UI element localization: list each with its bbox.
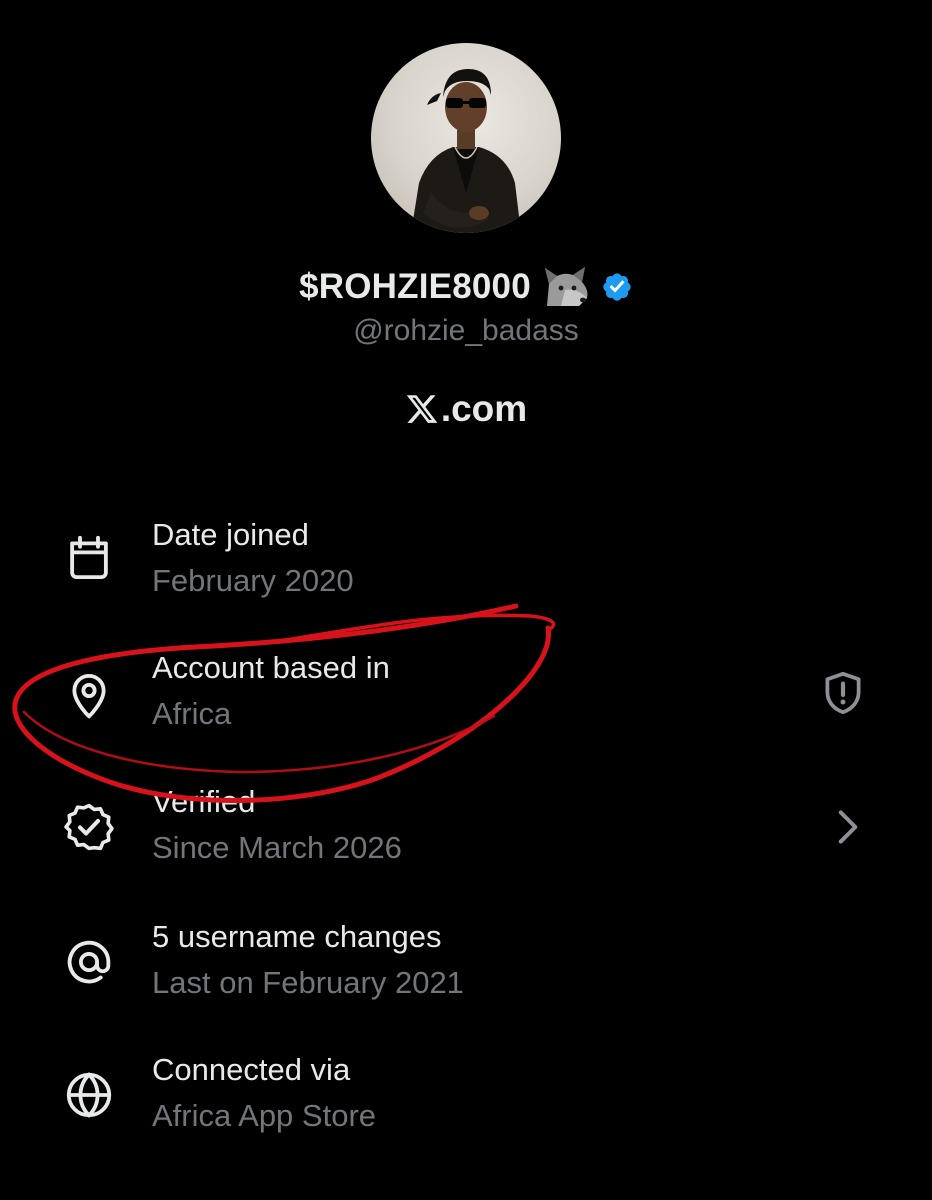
verified-badge-icon: [603, 273, 631, 301]
row-title: Verified: [152, 784, 256, 819]
verified-seal-icon: [62, 800, 116, 854]
at-sign-icon: [62, 935, 116, 989]
date-joined-row: Date joined February 2020: [0, 517, 932, 617]
row-title: Connected via: [152, 1052, 351, 1087]
row-subtitle: Africa: [152, 696, 232, 731]
row-subtitle: February 2020: [152, 563, 354, 598]
calendar-icon: [62, 531, 116, 585]
chevron-right-icon[interactable]: [822, 802, 872, 852]
location-pin-icon: [62, 668, 116, 722]
row-subtitle: Since March 2026: [152, 830, 402, 865]
wolf-icon: [544, 267, 588, 306]
profile-handle: @rohzie_badass: [353, 314, 579, 347]
display-name: $ROHZIE8000: [299, 267, 531, 306]
row-subtitle: Last on February 2021: [152, 965, 464, 1000]
site-link[interactable]: .com: [0, 384, 932, 434]
username-changes-row: 5 username changes Last on February 2021: [0, 919, 932, 1019]
shield-alert-icon[interactable]: [818, 668, 868, 718]
avatar-photo: [411, 69, 521, 233]
connected-via-row: Connected via Africa App Store: [0, 1052, 932, 1152]
row-title: 5 username changes: [152, 919, 442, 954]
x-logo-icon: [406, 395, 438, 423]
row-title: Date joined: [152, 517, 309, 552]
site-text: .com: [440, 388, 528, 429]
profile-avatar[interactable]: [371, 43, 561, 233]
row-subtitle: Africa App Store: [152, 1098, 377, 1133]
row-title: Account based in: [152, 650, 390, 685]
account-based-in-row: Account based in Africa: [0, 650, 932, 750]
verified-row[interactable]: Verified Since March 2026: [0, 784, 932, 884]
profile-name-row: $ROHZIE8000: [0, 262, 932, 312]
globe-icon: [62, 1068, 116, 1122]
